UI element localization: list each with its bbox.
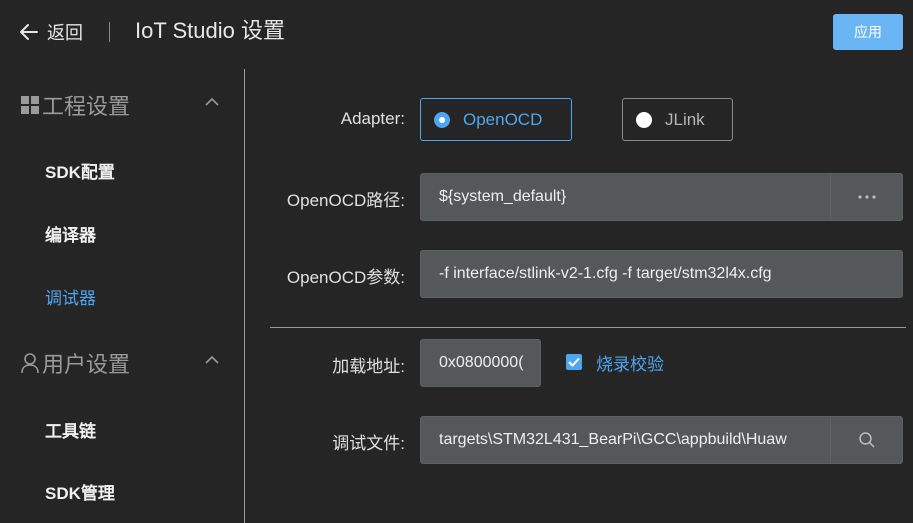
back-label: 返回: [47, 23, 83, 43]
load-address-input[interactable]: 0x0800000(: [420, 339, 541, 387]
openocd-path-browse-button[interactable]: [830, 173, 903, 221]
header-divider: [109, 22, 110, 42]
chevron-up-icon[interactable]: [205, 355, 219, 365]
apply-button[interactable]: 应用: [833, 14, 903, 50]
back-button[interactable]: 返回: [20, 18, 83, 46]
sidebar: [0, 64, 244, 523]
chevron-up-icon[interactable]: [205, 97, 219, 107]
openocd-args-input[interactable]: -f interface/stlink-v2-1.cfg -f target/s…: [420, 250, 903, 298]
header: 返回 IoT Studio 设置 应用: [0, 0, 913, 64]
debug-file-browse-button[interactable]: [830, 416, 903, 464]
adapter-option-label: JLink: [665, 109, 705, 129]
check-icon: [568, 357, 580, 367]
openocd-path-label: OpenOCD路径:: [286, 191, 405, 210]
adapter-option-label: OpenOCD: [463, 109, 543, 129]
flash-verify-label[interactable]: 烧录校验: [596, 350, 664, 375]
radio-selected-icon: [434, 111, 450, 128]
sidebar-item-toolchain[interactable]: 工具链: [45, 417, 96, 442]
page-title: IoT Studio 设置: [135, 18, 285, 43]
search-icon: [858, 432, 875, 448]
sidebar-divider: [244, 69, 245, 523]
arrow-left-icon: [20, 24, 38, 40]
flash-verify-checkbox[interactable]: [566, 354, 582, 370]
sidebar-group-label: 工程设置: [42, 94, 131, 119]
openocd-path-input[interactable]: ${system_default}: [420, 173, 831, 221]
debug-file-label: 调试文件:: [332, 434, 405, 453]
adapter-option-jlink[interactable]: JLink: [622, 98, 733, 141]
sidebar-group-user-settings[interactable]: 用户设置: [20, 346, 225, 380]
section-divider: [270, 327, 906, 328]
sidebar-group-project-settings[interactable]: 工程设置: [20, 88, 225, 122]
debug-file-input[interactable]: targets\STM32L431_BearPi\GCC\appbuild\Hu…: [420, 416, 831, 464]
adapter-label: Adapter:: [340, 109, 405, 128]
grid-icon: [21, 96, 39, 114]
sidebar-group-label: 用户设置: [42, 352, 131, 377]
user-icon: [21, 353, 39, 374]
adapter-option-openocd[interactable]: OpenOCD: [420, 98, 572, 141]
load-address-label: 加载地址:: [332, 357, 405, 376]
sidebar-item-sdk-config[interactable]: SDK配置: [45, 158, 115, 183]
more-icon: [857, 195, 876, 199]
sidebar-item-sdk-management[interactable]: SDK管理: [45, 479, 115, 504]
sidebar-item-debugger[interactable]: 调试器: [45, 284, 96, 309]
openocd-args-label: OpenOCD参数:: [286, 268, 405, 287]
sidebar-item-compiler[interactable]: 编译器: [45, 221, 96, 246]
radio-unselected-icon: [636, 111, 652, 128]
